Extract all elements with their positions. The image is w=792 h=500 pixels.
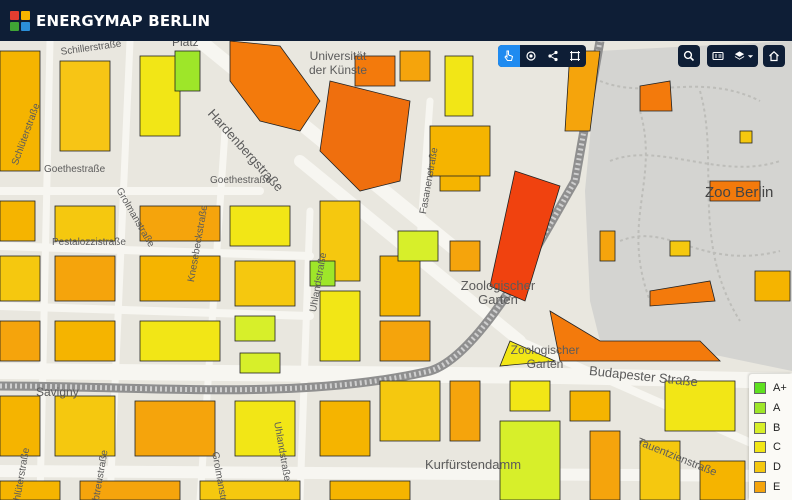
legend-swatch — [754, 421, 766, 434]
legend-item-b: B — [754, 421, 780, 434]
street-label-savigny: Savigny — [36, 385, 79, 399]
app-title: ENERGYMAP BERLIN — [36, 11, 211, 30]
map-layer — [0, 41, 792, 500]
place-label-platz: Platz — [172, 41, 199, 49]
home-button[interactable] — [763, 45, 785, 67]
map-tools-group — [498, 45, 586, 67]
locate-tool-button[interactable] — [520, 45, 542, 67]
legend-item-c: C — [754, 440, 781, 453]
place-label-universitaet: Universität der Künste — [308, 49, 368, 77]
crop-icon — [570, 51, 580, 61]
layers-legend-icon — [712, 51, 724, 61]
layers-tools-group — [707, 45, 758, 67]
legend-swatch — [754, 460, 766, 473]
legend-toggle-button[interactable] — [707, 45, 729, 67]
place-label-zoologischer-garten-stop: Zoologischer Garten — [510, 343, 580, 371]
legend-label: A+ — [773, 381, 787, 394]
app-logo-icon — [10, 10, 30, 31]
legend-item-a: A — [754, 401, 780, 414]
legend-label: A — [773, 401, 781, 414]
legend-label: C — [773, 440, 781, 453]
home-icon — [769, 50, 779, 62]
legend-label: E — [773, 480, 781, 493]
energy-class-legend: A+ A B C D E — [749, 374, 792, 500]
share-icon — [548, 50, 558, 62]
legend-item-a-plus: A+ — [754, 381, 787, 394]
legend-item-d: D — [754, 460, 781, 473]
map-canvas[interactable]: Hardenbergstraße Knesebeckstraße Goethes… — [0, 41, 792, 500]
street-label-goethestrasse-2: Goethestraße — [210, 175, 272, 186]
pointer-tool-button[interactable] — [498, 45, 520, 67]
layers-icon — [734, 51, 744, 60]
app-header: ENERGYMAP BERLIN — [0, 0, 792, 41]
pointer-icon — [504, 50, 514, 61]
share-tool-button[interactable] — [542, 45, 564, 67]
legend-swatch — [754, 381, 766, 394]
crop-tool-button[interactable] — [564, 45, 586, 67]
place-label-zoologischer-garten-station: Zoologischer Garten — [460, 278, 536, 307]
legend-swatch — [754, 401, 766, 414]
search-button[interactable] — [678, 45, 700, 67]
locate-icon — [526, 51, 536, 61]
legend-label: B — [773, 421, 781, 434]
legend-label: D — [773, 460, 781, 473]
place-label-zoo-berlin: Zoo Berlin — [705, 184, 774, 201]
street-label-kurfurstendamm: Kurfürstendamm — [425, 457, 522, 472]
legend-swatch — [754, 480, 766, 493]
legend-item-e: E — [754, 480, 780, 493]
chevron-down-icon — [747, 54, 753, 58]
street-label-goethestrasse-1: Goethestraße — [44, 164, 106, 175]
search-icon — [683, 50, 695, 62]
layers-menu-button[interactable] — [729, 45, 758, 67]
street-label-pestalozzistrasse: Pestalozzistraße — [52, 237, 126, 248]
legend-swatch — [754, 440, 766, 453]
